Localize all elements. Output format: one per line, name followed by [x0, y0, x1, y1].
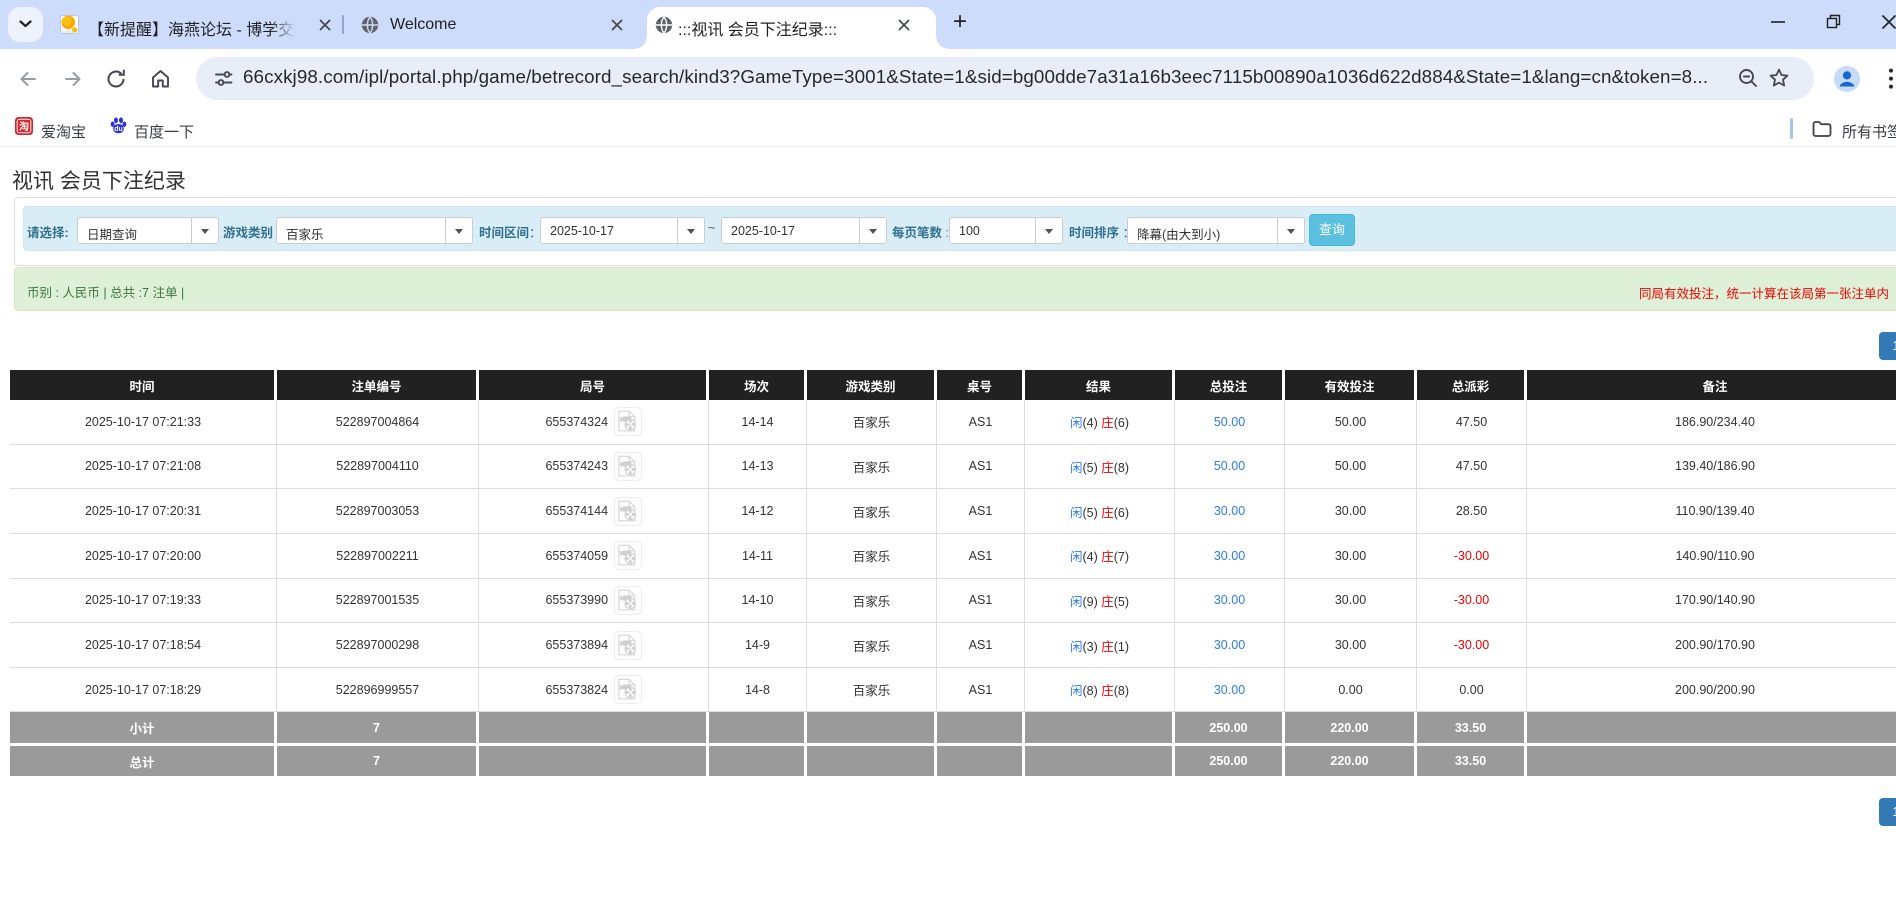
svg-text:淘: 淘	[19, 118, 29, 133]
svg-text:du: du	[114, 126, 123, 133]
